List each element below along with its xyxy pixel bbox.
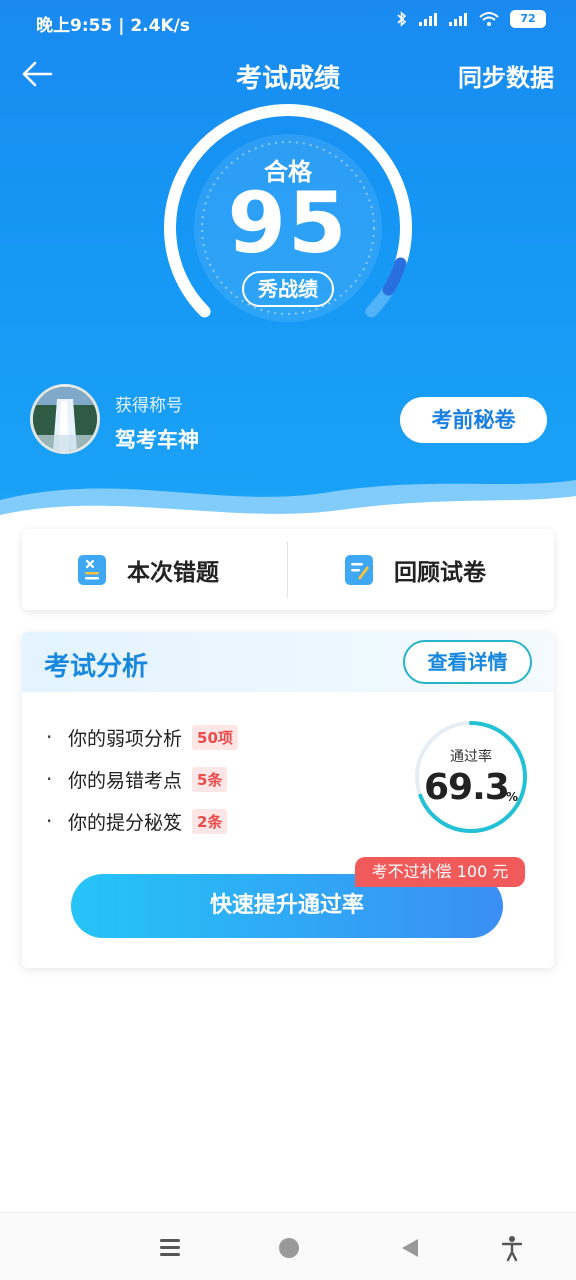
accessibility-button[interactable]: [497, 1233, 527, 1263]
hero-wave: [0, 480, 576, 530]
avatar[interactable]: [30, 384, 100, 454]
status-time: 晚上9:55 | 2.4K/s: [36, 16, 190, 36]
menu-button[interactable]: [155, 1233, 185, 1263]
pass-rate-label: 通过率: [450, 749, 492, 765]
stat-weak-points[interactable]: · 你的弱项分析 50项: [46, 716, 238, 758]
waterfall-avatar-image: [33, 387, 97, 451]
review-paper-button[interactable]: 回顾试卷: [344, 529, 486, 610]
stat-badge: 50项: [192, 724, 238, 750]
signal-icon: [419, 13, 437, 26]
bluetooth-icon: [397, 11, 407, 27]
stat-error-prone[interactable]: · 你的易错考点 5条: [46, 758, 238, 800]
sync-data-button[interactable]: 同步数据: [458, 58, 554, 93]
stat-label: 你的提分秘笈: [68, 811, 183, 834]
arrow-left-icon: [22, 61, 53, 87]
bullet-dot: ·: [46, 725, 53, 749]
wrong-questions-label: 本次错题: [127, 559, 219, 586]
view-details-button[interactable]: 查看详情: [403, 640, 532, 684]
exam-analysis-card: 考试分析 查看详情 · 你的弱项分析 50项 · 你的易错考点 5条 · 你的提…: [22, 632, 554, 968]
menu-icon: [160, 1239, 180, 1256]
home-icon: [279, 1238, 299, 1258]
status-bar: 晚上9:55 | 2.4K/s 72: [0, 0, 576, 44]
review-paper-icon: [345, 554, 373, 585]
wifi-icon: [479, 12, 499, 26]
system-back-button[interactable]: [394, 1233, 424, 1263]
home-button[interactable]: [274, 1233, 304, 1263]
accessibility-icon: [501, 1236, 523, 1262]
status-icons: 72: [396, 10, 546, 28]
wrong-questions-button[interactable]: 本次错题: [77, 529, 219, 610]
top-nav: 考试成绩 同步数据: [0, 50, 576, 98]
analysis-title: 考试分析: [44, 652, 149, 682]
system-nav-bar: [0, 1212, 576, 1280]
wrong-questions-icon: [78, 554, 106, 585]
pre-exam-secret-button[interactable]: 考前秘卷: [400, 397, 547, 443]
triangle-back-icon: [402, 1239, 418, 1257]
stat-label: 你的易错考点: [68, 769, 183, 792]
stat-tips[interactable]: · 你的提分秘笈 2条: [46, 800, 238, 842]
analysis-header: 考试分析 查看详情: [22, 632, 554, 692]
pass-rate-unit: %: [506, 790, 519, 804]
battery-indicator: 72: [510, 10, 546, 28]
share-score-button[interactable]: 秀战绩: [242, 271, 334, 307]
stat-badge: 2条: [192, 808, 228, 834]
action-divider: [287, 541, 288, 598]
compensation-tag: 考不过补偿 100 元: [355, 857, 525, 887]
pass-rate-value: 69.3: [424, 767, 510, 808]
bullet-dot: ·: [46, 767, 53, 791]
bullet-dot: ·: [46, 809, 53, 833]
analysis-stats: · 你的弱项分析 50项 · 你的易错考点 5条 · 你的提分秘笈 2条: [46, 716, 238, 842]
stat-badge: 5条: [192, 766, 228, 792]
review-paper-label: 回顾试卷: [394, 559, 486, 586]
back-button[interactable]: [18, 54, 58, 94]
score-value: 95: [227, 174, 349, 272]
achievement-label: 获得称号: [115, 396, 183, 416]
signal-hd-icon: [449, 13, 467, 26]
result-actions: 本次错题 回顾试卷: [22, 529, 554, 610]
achievement-title: 驾考车神: [115, 428, 199, 452]
stat-label: 你的弱项分析: [68, 727, 183, 750]
